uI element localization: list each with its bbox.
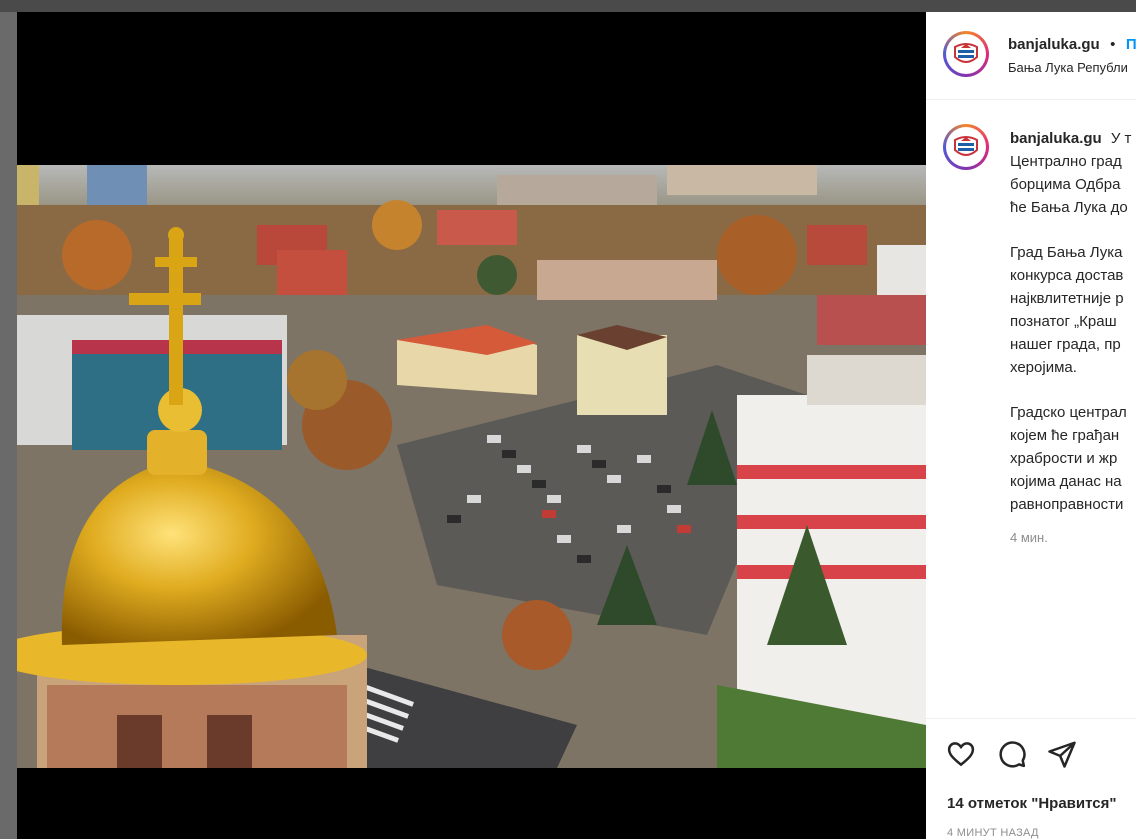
caption-line: којима данас на — [1010, 473, 1122, 490]
caption-line: Градско централ — [1010, 404, 1127, 421]
avatar-logo-icon — [954, 136, 978, 156]
caption-timestamp[interactable]: 4 мин. — [1010, 530, 1048, 545]
post-header: banjaluka.gu • П Бања Лука Републи — [926, 12, 1136, 100]
post-photo — [17, 165, 926, 768]
caption-line: познатог „Краш — [1010, 313, 1117, 330]
post-caption: banjaluka.gu У т Централно град борцима … — [1010, 127, 1136, 538]
header-separator: • — [1110, 36, 1116, 53]
post-actions: 14 отметок "Нравится" 4 МИНУТ НАЗАД — [926, 718, 1136, 839]
caption-line: конкурса достав — [1010, 267, 1124, 284]
browser-backdrop — [0, 0, 1136, 12]
header-username[interactable]: banjaluka.gu — [1008, 36, 1100, 53]
caption-avatar[interactable] — [943, 124, 989, 170]
share-button[interactable] — [1047, 739, 1077, 769]
page-backdrop — [0, 12, 17, 839]
caption-text: У т — [1110, 130, 1132, 147]
caption-username[interactable]: banjaluka.gu — [1010, 130, 1102, 147]
share-icon — [1048, 741, 1076, 768]
comment-icon — [999, 741, 1026, 768]
like-button[interactable] — [946, 739, 976, 769]
post-timestamp: 4 МИНУТ НАЗАД — [947, 827, 1039, 839]
avatar-logo-icon — [954, 43, 978, 63]
caption-line: којем ће грађан — [1010, 427, 1120, 444]
caption-line: ће Бања Лука до — [1010, 199, 1128, 216]
post-media[interactable] — [17, 12, 926, 839]
post-side-panel: banjaluka.gu • П Бања Лука Републи banja… — [926, 12, 1136, 839]
location-link[interactable]: Бања Лука Републи — [1008, 60, 1128, 75]
author-avatar[interactable] — [943, 31, 989, 77]
caption-line: Централно град — [1010, 153, 1122, 170]
caption-line: равноправности — [1010, 496, 1124, 513]
caption-line: храбрости и жр — [1010, 450, 1118, 467]
caption-line: херојима. — [1010, 359, 1077, 376]
caption-line: борцима Одбра — [1010, 176, 1121, 193]
caption-line: Град Бања Лука — [1010, 244, 1123, 261]
follow-button[interactable]: П — [1126, 36, 1136, 53]
caption-line: најквлитетније р — [1010, 290, 1124, 307]
caption-line: нашег града, пр — [1010, 336, 1121, 353]
comment-button[interactable] — [997, 739, 1027, 769]
heart-icon — [947, 742, 975, 767]
likes-count[interactable]: 14 отметок "Нравится" — [947, 795, 1116, 812]
